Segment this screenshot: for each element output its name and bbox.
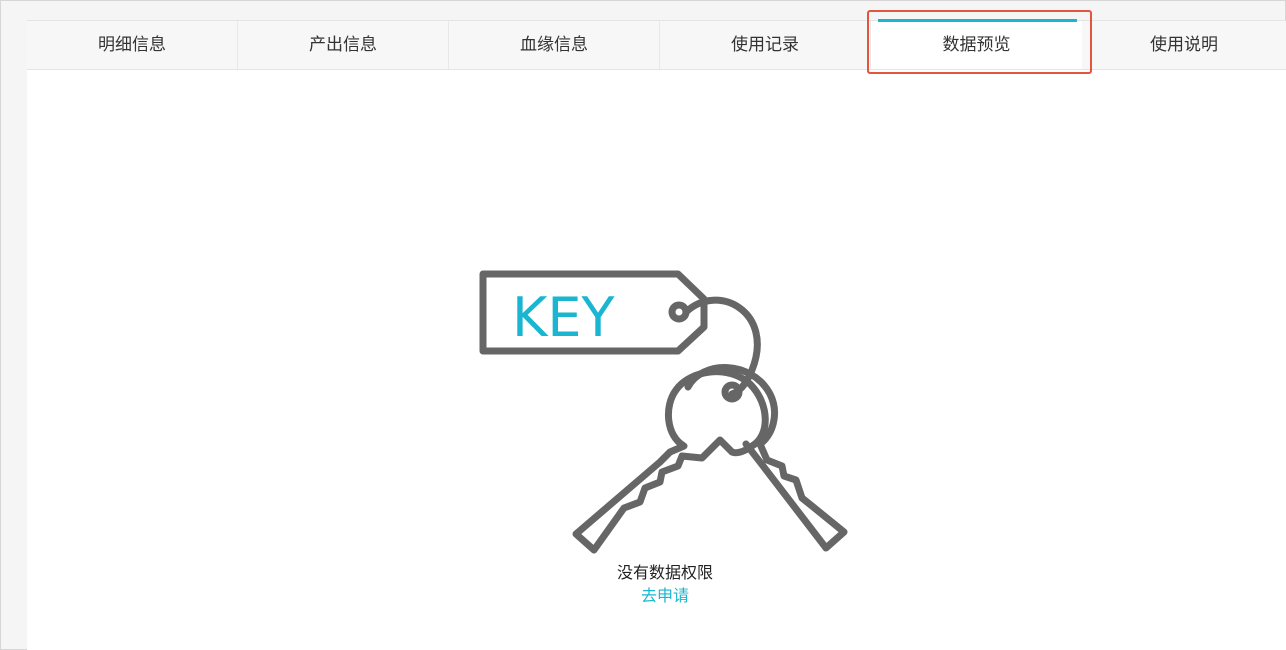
apply-link[interactable]: 去申请 — [565, 582, 765, 606]
no-permission-message: 没有数据权限 — [616, 563, 713, 582]
key-tag-text: KEY — [512, 286, 616, 349]
tab-bar: 明细信息 产出信息 血缘信息 使用记录 数据预览 使用说明 — [27, 19, 1286, 70]
tab-detail-info[interactable]: 明细信息 — [27, 21, 238, 69]
tab-data-preview[interactable]: 数据预览 — [871, 19, 1082, 69]
tab-usage-records[interactable]: 使用记录 — [660, 21, 871, 69]
back-key-shape — [684, 364, 848, 552]
tab-data-preview-label: 数据预览 — [942, 35, 1011, 55]
tab-lineage-info[interactable]: 血缘信息 — [449, 21, 660, 69]
tab-output-info[interactable]: 产出信息 — [238, 21, 449, 69]
keys-icon: KEY — [479, 270, 848, 554]
active-tab-indicator — [878, 19, 1077, 22]
tab-usage-instructions[interactable]: 使用说明 — [1082, 21, 1286, 69]
